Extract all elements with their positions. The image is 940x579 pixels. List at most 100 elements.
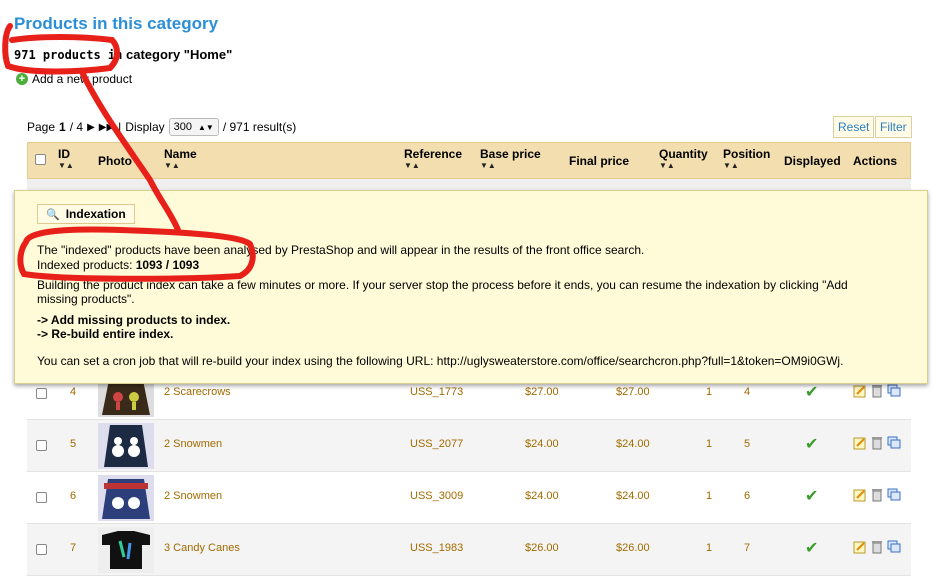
row-position: 6 (744, 490, 751, 502)
page-title: Products in this category (14, 14, 219, 33)
add-product-link[interactable]: + Add a new product (16, 72, 132, 86)
col-actions: Actions (853, 154, 898, 168)
page-label: Page (27, 120, 56, 134)
table-row: 6 2 Snowmen USS_3009 $24.00 $24.00 1 6 ✔ (27, 472, 911, 524)
row-id: 7 (70, 542, 77, 554)
col-quantity[interactable]: Quantity ▼▲ (659, 147, 708, 171)
row-checkbox[interactable] (36, 544, 47, 555)
indexation-note-line2: missing products". (37, 292, 135, 306)
add-missing-link[interactable]: -> Add missing products to index. (37, 313, 230, 327)
col-displayed: Displayed (784, 154, 841, 168)
row-position: 4 (744, 386, 751, 398)
row-quantity: 1 (706, 490, 713, 502)
check-icon[interactable]: ✔ (805, 434, 818, 454)
row-name[interactable]: 2 Snowmen (164, 490, 222, 502)
select-all-checkbox[interactable] (35, 154, 46, 165)
row-reference: USS_3009 (410, 490, 464, 502)
product-count-number: 971 products in (14, 48, 123, 62)
filter-button[interactable]: Filter (875, 116, 912, 138)
indexed-products-label: Indexed products: (37, 258, 133, 272)
delete-icon[interactable] (870, 540, 884, 554)
edit-icon[interactable] (853, 488, 867, 502)
indexation-description: The "indexed" products have been analyse… (37, 243, 645, 257)
delete-icon[interactable] (870, 436, 884, 450)
row-final-price: $26.00 (616, 542, 650, 554)
check-icon[interactable]: ✔ (805, 486, 818, 506)
row-position: 7 (744, 542, 751, 554)
row-quantity: 1 (706, 438, 713, 450)
edit-icon[interactable] (853, 540, 867, 554)
indexed-products-value: 1093 / 1093 (135, 258, 200, 272)
delete-icon[interactable] (870, 488, 884, 502)
duplicate-icon[interactable] (887, 384, 901, 398)
next-page-icon[interactable]: ▶ (87, 122, 95, 133)
row-final-price: $27.00 (616, 386, 650, 398)
separator: | (118, 120, 122, 134)
total-pages: / 4 (69, 120, 84, 134)
edit-icon[interactable] (853, 384, 867, 398)
add-product-label: Add a new product (32, 72, 133, 86)
col-final-price: Final price (569, 154, 630, 168)
duplicate-icon[interactable] (887, 488, 901, 502)
row-id: 6 (70, 490, 77, 502)
magnifier-icon: 🔍 (46, 208, 60, 221)
row-name[interactable]: 2 Snowmen (164, 438, 222, 450)
row-base-price: $27.00 (525, 386, 559, 398)
add-icon: + (16, 73, 28, 85)
row-id: 4 (70, 386, 77, 398)
indexation-note-line1: Building the product index can take a fe… (37, 278, 848, 292)
row-base-price: $24.00 (525, 438, 559, 450)
row-name[interactable]: 2 Scarecrows (164, 386, 231, 398)
results-count: / 971 result(s) (222, 120, 297, 134)
row-name[interactable]: 3 Candy Canes (164, 542, 240, 554)
col-photo: Photo (98, 154, 132, 168)
row-checkbox[interactable] (36, 440, 47, 451)
product-thumbnail[interactable] (98, 475, 154, 521)
row-reference: USS_1983 (410, 542, 464, 554)
duplicate-icon[interactable] (887, 540, 901, 554)
table-row: 7 3 Candy Canes USS_1983 $26.00 $26.00 1… (27, 524, 911, 576)
cron-url-text: You can set a cron job that will re-buil… (37, 354, 844, 368)
last-page-icon[interactable]: ▶▶ (99, 122, 114, 133)
row-reference: USS_1773 (410, 386, 464, 398)
row-reference: USS_2077 (410, 438, 464, 450)
indexed-products: Indexed products: 1093 / 1093 (37, 258, 199, 272)
pagination: Page 1 / 4 ▶ ▶▶ | Display 300 ▲▼ / 971 r… (27, 118, 296, 136)
row-quantity: 1 (706, 386, 713, 398)
select-arrows-icon: ▲▼ (198, 122, 214, 132)
row-checkbox[interactable] (36, 492, 47, 503)
col-base-price[interactable]: Base price ▼▲ (480, 147, 541, 171)
edit-icon[interactable] (853, 436, 867, 450)
row-final-price: $24.00 (616, 438, 650, 450)
delete-icon[interactable] (870, 384, 884, 398)
per-page-select[interactable]: 300 ▲▼ (168, 118, 219, 136)
row-position: 5 (744, 438, 751, 450)
display-label: Display (125, 120, 165, 134)
current-page: 1 (59, 120, 66, 134)
indexation-popup: 🔍 Indexation The "indexed" products have… (14, 190, 928, 384)
row-quantity: 1 (706, 542, 713, 554)
reset-button[interactable]: Reset (833, 116, 875, 138)
col-reference[interactable]: Reference ▼▲ (404, 147, 462, 171)
row-checkbox[interactable] (36, 388, 47, 399)
row-id: 5 (70, 438, 77, 450)
col-id[interactable]: ID ▼▲ (58, 147, 74, 171)
product-count: 971 products in category "Home" (14, 47, 232, 62)
row-base-price: $26.00 (525, 542, 559, 554)
product-thumbnail[interactable] (98, 527, 154, 573)
row-final-price: $24.00 (616, 490, 650, 502)
check-icon[interactable]: ✔ (805, 382, 818, 402)
table-row: 5 2 Snowmen USS_2077 $24.00 $24.00 1 5 ✔ (27, 420, 911, 472)
indexation-title: Indexation (65, 207, 126, 221)
col-name[interactable]: Name ▼▲ (164, 147, 197, 171)
row-base-price: $24.00 (525, 490, 559, 502)
table-header: ID ▼▲ Photo Name ▼▲ Reference ▼▲ Base price… (27, 142, 911, 179)
duplicate-icon[interactable] (887, 436, 901, 450)
col-position[interactable]: Position ▼▲ (723, 147, 770, 171)
check-icon[interactable]: ✔ (805, 538, 818, 558)
per-page-value: 300 (173, 121, 192, 133)
product-count-category: category "Home" (126, 47, 233, 62)
indexation-legend: 🔍 Indexation (37, 204, 135, 224)
product-thumbnail[interactable] (98, 423, 154, 469)
rebuild-index-link[interactable]: -> Re-build entire index. (37, 327, 173, 341)
